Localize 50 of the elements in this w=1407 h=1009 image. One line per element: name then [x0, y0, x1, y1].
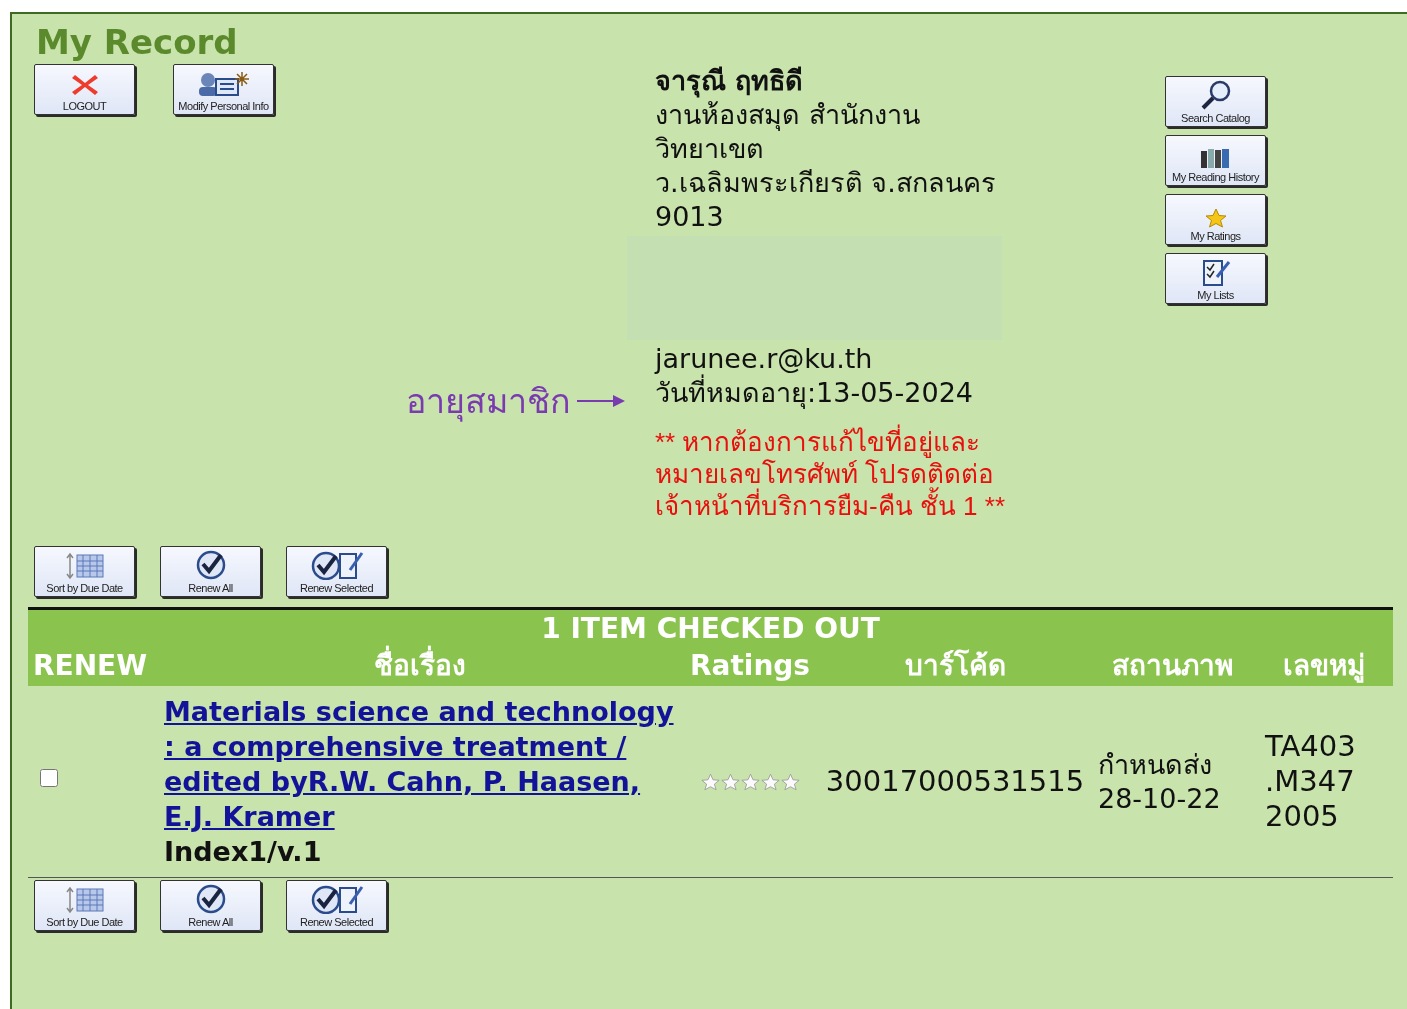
star-icon[interactable]: [740, 772, 760, 791]
column-header: RENEW: [32, 648, 149, 684]
title-link[interactable]: Materials science and technology : a comprehensive treatment / edited byR.W. Cahn, P. Haasen, E.J. Kramer: [164, 694, 680, 834]
due-date: 28-10-22: [1098, 781, 1222, 816]
user-name: จารุณี ฤทธิดี: [655, 64, 805, 98]
renew-checkbox[interactable]: [40, 769, 58, 787]
address-line: วิทยาเขต: [655, 132, 765, 166]
arrow-icon: [577, 394, 625, 408]
star-icon[interactable]: [760, 772, 780, 791]
column-header: บาร์โค้ด: [903, 648, 1007, 684]
page-title: My Record: [36, 21, 238, 64]
star-icon: [1204, 208, 1227, 228]
nav-button[interactable]: Modify Personal Info: [173, 64, 274, 115]
nav-button[interactable]: Renew Selected: [286, 546, 387, 597]
checkmark-list-icon: [309, 884, 364, 914]
table-grid-icon: [65, 886, 104, 914]
nav-button[interactable]: My Ratings: [1165, 194, 1266, 245]
call-number-line: TA403: [1265, 729, 1357, 764]
notice-text: ** หากต้องการแก้ไขที่อยู่และหมายเลขโทรศัพท์ โปรดติดต่อเจ้าหน้าที่บริการยืม-คืน ชั้น 1 **: [655, 426, 1025, 522]
address-line: ว.เฉลิมพระเกียรติ จ.สกลนคร: [655, 166, 997, 200]
nav-button[interactable]: Renew All: [160, 880, 261, 931]
email-text: jarunee.r@ku.th: [655, 342, 874, 374]
status-text: กำหนดส่ง: [1098, 747, 1213, 782]
table-heading: 1 ITEM CHECKED OUT: [541, 612, 880, 645]
nav-button[interactable]: Renew All: [160, 546, 261, 597]
column-header: เลขหมู่: [1282, 648, 1366, 684]
nav-button[interactable]: Sort by Due Date: [34, 546, 135, 597]
barcode-cell-text: 30017000531515: [824, 762, 1086, 800]
nav-button[interactable]: LOGOUT: [34, 64, 135, 115]
star-icon[interactable]: [700, 772, 720, 791]
nav-button[interactable]: Sort by Due Date: [34, 880, 135, 931]
x-icon: [70, 72, 99, 98]
annotation-label: อายุสมาชิก: [406, 381, 571, 421]
checklist-icon: [1200, 259, 1231, 287]
volume-text: Index1/v.1: [164, 835, 323, 869]
address-line: งานห้องสมุด สำนักงาน: [655, 98, 921, 132]
star-icon[interactable]: [720, 772, 740, 791]
table-grid-icon: [65, 552, 104, 580]
star-icon[interactable]: [780, 772, 800, 791]
nav-button[interactable]: Renew Selected: [286, 880, 387, 931]
column-header: สถานภาพ: [1111, 648, 1234, 684]
nav-button[interactable]: Search Catalog: [1165, 76, 1266, 127]
checkmark-list-icon: [309, 550, 364, 580]
call-number-line: .M347: [1265, 764, 1356, 799]
column-header: Ratings: [688, 648, 812, 684]
address-line: 9013: [655, 200, 725, 234]
nav-button[interactable]: My Reading History: [1165, 135, 1266, 186]
call-number-line: 2005: [1265, 799, 1340, 834]
nav-button[interactable]: My Lists: [1165, 253, 1266, 304]
expiry-date: วันที่หมดอายุ:13-05-2024: [655, 376, 1137, 410]
